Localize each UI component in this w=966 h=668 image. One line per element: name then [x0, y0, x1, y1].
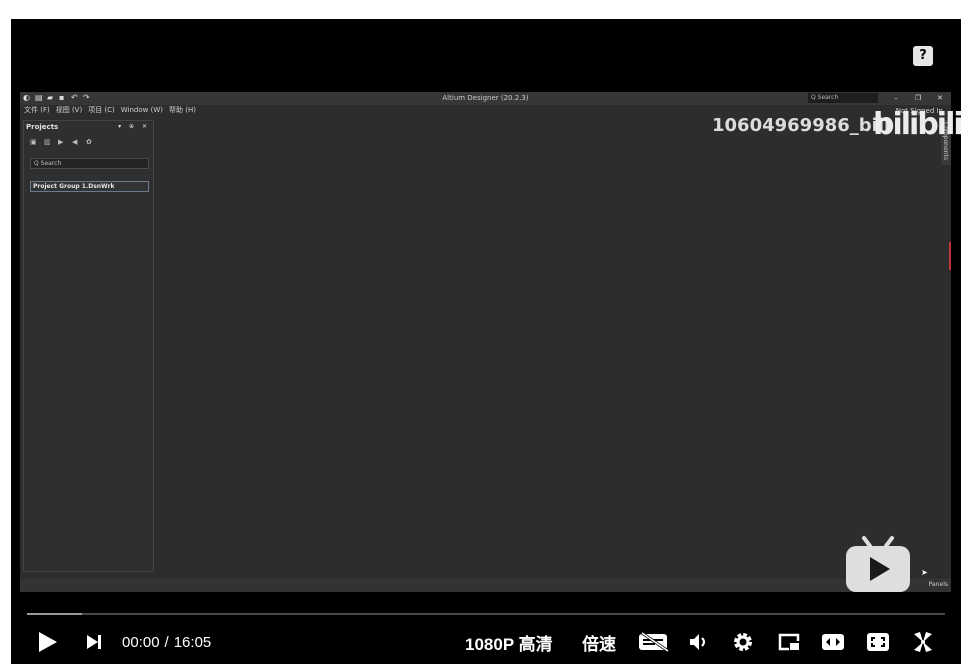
- time-display: 00:00 / 16:05: [122, 624, 211, 660]
- menu-file: 文件 (F): [24, 106, 50, 114]
- bilibili-tv-logo-icon: [844, 532, 912, 592]
- control-bar: 00:00 / 16:05 1080P 高清 倍速: [11, 624, 961, 660]
- fullscreen-icon: [914, 632, 932, 652]
- projects-search-input: Q Search: [30, 158, 149, 169]
- web-fullscreen-icon: [867, 633, 889, 651]
- video-frame-altium-window: ◐ ▤ ▰ ▪ ↶ ↷ Altium Designer (20.2.3) Q S…: [20, 92, 951, 592]
- remove-icon: ◀: [72, 138, 78, 146]
- widescreen-button[interactable]: [821, 624, 845, 660]
- volume-icon: [690, 634, 705, 650]
- gear-icon: [734, 633, 752, 651]
- window-buttons: – ❐ ✕: [885, 93, 951, 103]
- panel-controls-icon: ▾ ⊕ ✕: [118, 123, 150, 130]
- next-icon: [87, 635, 101, 649]
- mouse-cursor-icon: ➤: [921, 568, 928, 577]
- subtitle-off-icon: [639, 632, 669, 652]
- time-separator: /: [164, 633, 169, 651]
- speed-button[interactable]: 倍速: [582, 624, 616, 660]
- add-icon: ▶: [58, 138, 64, 146]
- top-search-input: Q Search: [808, 93, 878, 103]
- volume-button[interactable]: [688, 624, 710, 660]
- menu-window: Window (W): [120, 106, 163, 114]
- play-button[interactable]: [38, 624, 58, 660]
- pip-button[interactable]: [777, 624, 801, 660]
- video-player[interactable]: ? ◐ ▤ ▰ ▪ ↶ ↷ Altium Designer (20.2.3) Q…: [11, 19, 961, 664]
- progress-bar[interactable]: [27, 613, 945, 615]
- projects-panel-title: Projects: [26, 123, 59, 131]
- menu-view: 视图 (V): [55, 106, 83, 114]
- duration: 16:05: [173, 633, 212, 651]
- bilibili-logo: bilibili: [873, 107, 961, 142]
- fullscreen-button[interactable]: [911, 624, 935, 660]
- quality-button[interactable]: 1080P 高清: [465, 624, 553, 660]
- progress-fill: [27, 613, 83, 615]
- project-tree-item: Project Group 1.DsnWrk: [30, 181, 149, 192]
- play-icon: [39, 632, 57, 652]
- uid-watermark: 10604969986_bili: [712, 115, 891, 136]
- widescreen-icon: [822, 634, 844, 650]
- next-button[interactable]: [86, 624, 102, 660]
- subtitle-button[interactable]: [638, 624, 670, 660]
- webfullscreen-button[interactable]: [866, 624, 890, 660]
- scroll-indicator: [949, 242, 951, 270]
- altium-titlebar: ◐ ▤ ▰ ▪ ↶ ↷ Altium Designer (20.2.3) Q S…: [20, 92, 951, 105]
- copy-icon: ▥: [44, 138, 51, 146]
- menu-project: 项目 (C): [88, 106, 115, 114]
- settings-button[interactable]: [732, 624, 754, 660]
- menu-help: 帮助 (H): [169, 106, 196, 114]
- close-icon: ✕: [937, 94, 943, 102]
- current-time: 00:00: [122, 633, 160, 651]
- help-icon[interactable]: ?: [913, 46, 933, 66]
- projects-panel: Projects ▾ ⊕ ✕ ▣ ▥ ▶ ◀ ✿ Q Search Projec…: [23, 120, 154, 572]
- minimize-icon: –: [894, 94, 898, 102]
- save-project-icon: ▣: [30, 138, 37, 146]
- projects-toolbar: ▣ ▥ ▶ ◀ ✿: [30, 139, 93, 146]
- restore-icon: ❐: [914, 94, 922, 102]
- settings-icon: ✿: [86, 138, 92, 146]
- picture-in-picture-icon: [778, 633, 800, 651]
- panels-button: Panels: [928, 581, 948, 588]
- altium-statusbar: Panels: [20, 577, 951, 592]
